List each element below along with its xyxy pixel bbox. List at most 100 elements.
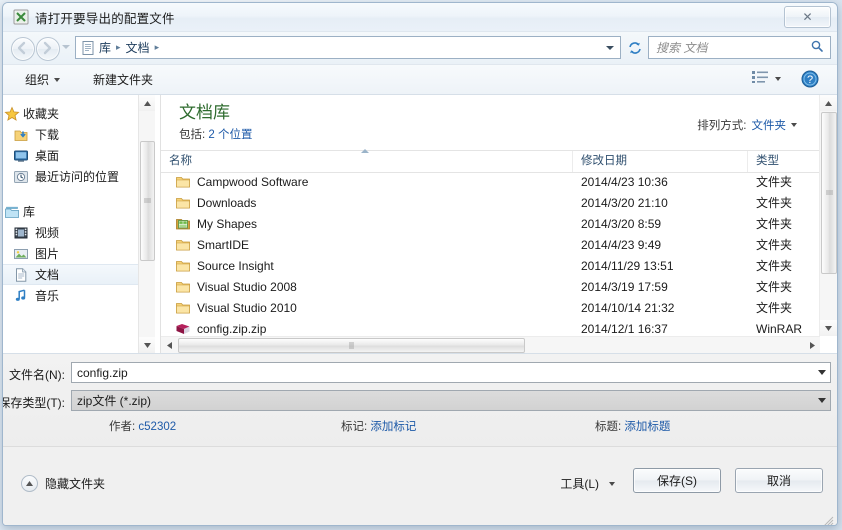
list-scroll-right-button[interactable] — [804, 337, 820, 353]
caret-up-icon — [825, 100, 832, 106]
window-title: 请打开要导出的配置文件 — [35, 12, 175, 26]
sidebar-item-desktop[interactable]: 桌面 — [3, 145, 155, 166]
view-mode-icon — [752, 70, 769, 87]
file-list-pane: 文档库 包括: 2 个位置 排列方式: 文件夹 名称 修改日期 类型 Campw… — [161, 95, 837, 353]
recent-locations-chevron-down-icon[interactable] — [62, 45, 70, 49]
refresh-button[interactable] — [625, 38, 645, 58]
tools-button[interactable]: 工具(L) — [560, 475, 615, 492]
hide-folders-button[interactable]: 隐藏文件夹 — [21, 475, 105, 492]
help-icon: ? — [801, 70, 819, 88]
forward-arrow-icon — [43, 41, 52, 55]
sidebar-item-favorites[interactable]: 收藏夹 — [3, 103, 155, 124]
organize-label: 组织 — [25, 73, 50, 87]
title-bar: 请打开要导出的配置文件 ✕ — [3, 3, 837, 32]
library-header: 文档库 包括: 2 个位置 排列方式: 文件夹 — [161, 95, 837, 150]
tags-label: 标记: — [341, 421, 368, 433]
file-type-select[interactable]: zip文件 (*.zip) — [71, 390, 831, 411]
cancel-button[interactable]: 取消 — [735, 468, 823, 493]
table-row[interactable]: Campwood Software 2014/4/23 10:36 文件夹 — [161, 171, 837, 192]
organize-button[interactable]: 组织 — [25, 71, 61, 88]
help-button[interactable]: ? — [801, 70, 819, 88]
file-type: 文件夹 — [756, 175, 793, 189]
horizontal-scroll-thumb[interactable] — [178, 338, 525, 353]
winrar-archive-icon — [175, 321, 191, 337]
table-row[interactable]: Visual Studio 2008 2014/3/19 17:59 文件夹 — [161, 276, 837, 297]
folder-icon — [175, 258, 191, 274]
pictures-icon — [13, 246, 29, 262]
file-name-input[interactable]: config.zip — [71, 362, 831, 383]
caret-down-icon — [825, 325, 832, 331]
sidebar-item-recent-places[interactable]: 最近访问的位置 — [3, 166, 155, 187]
sidebar-item-pictures[interactable]: 图片 — [3, 243, 155, 264]
back-button[interactable] — [11, 37, 35, 61]
column-header-date[interactable]: 修改日期 — [573, 151, 748, 172]
file-type: 文件夹 — [756, 280, 793, 294]
search-input[interactable]: 搜索 文档 — [656, 39, 810, 56]
file-type-label: 保存类型(T): — [2, 396, 65, 410]
sidebar-scroll-down-button[interactable] — [139, 337, 155, 353]
folder-icon — [175, 195, 191, 211]
app-icon — [13, 9, 29, 25]
file-list-scrollbar-vertical[interactable] — [819, 95, 837, 336]
author-value[interactable]: c52302 — [138, 421, 176, 433]
address-bar[interactable]: 库 ▸ 文档 ▸ — [75, 36, 621, 59]
list-scroll-down-button[interactable] — [820, 320, 837, 336]
file-type-chevron-down-icon[interactable] — [814, 398, 830, 403]
arrange-by-control[interactable]: 排列方式: 文件夹 — [697, 117, 797, 133]
resize-grip-icon[interactable] — [822, 515, 834, 525]
sidebar-item-videos[interactable]: 视频 — [3, 222, 155, 243]
table-row[interactable]: SmartIDE 2014/4/23 9:49 文件夹 — [161, 234, 837, 255]
recent-places-icon — [13, 169, 29, 185]
sidebar-label: 库 — [23, 205, 36, 219]
subject-label: 标题: — [595, 421, 622, 433]
table-row[interactable]: My Shapes 2014/3/20 8:59 文件夹 — [161, 213, 837, 234]
subject-value[interactable]: 添加标题 — [624, 421, 670, 433]
sidebar-scroll-up-button[interactable] — [139, 95, 155, 111]
file-name-chevron-down-icon[interactable] — [814, 370, 830, 375]
sidebar-scrollbar[interactable] — [138, 95, 155, 353]
sidebar-scroll-thumb[interactable] — [140, 141, 155, 261]
library-locations-link[interactable]: 2 个位置 — [208, 129, 252, 141]
sort-ascending-icon — [361, 149, 369, 153]
sidebar-item-documents[interactable]: 文档 — [3, 264, 155, 285]
table-row[interactable]: config.zip.zip 2014/12/1 16:37 WinRAR — [161, 318, 837, 336]
sidebar-item-music[interactable]: 音乐 — [3, 285, 155, 306]
tags-field: 标记: 添加标记 — [341, 418, 416, 434]
table-row[interactable]: Downloads 2014/3/20 21:10 文件夹 — [161, 192, 837, 213]
list-scroll-thumb[interactable] — [821, 112, 837, 274]
column-header-name-label: 名称 — [169, 155, 192, 167]
author-field: 作者: c52302 — [109, 418, 176, 434]
subject-field: 标题: 添加标题 — [595, 418, 670, 434]
list-scroll-left-button[interactable] — [161, 337, 177, 353]
visio-shapes-icon — [175, 216, 191, 232]
videos-icon — [13, 225, 29, 241]
view-mode-button[interactable] — [752, 70, 781, 87]
sidebar-item-libraries[interactable]: 库 — [3, 201, 155, 222]
breadcrumb-separator-end[interactable]: ▸ — [153, 43, 162, 53]
address-dropdown-chevron-down-icon[interactable] — [606, 46, 614, 50]
column-header-name[interactable]: 名称 — [161, 149, 573, 172]
save-button[interactable]: 保存(S) — [633, 468, 721, 493]
arrange-by-value[interactable]: 文件夹 — [752, 117, 787, 133]
list-scroll-up-button[interactable] — [820, 95, 837, 111]
file-list: Campwood Software 2014/4/23 10:36 文件夹 Do… — [161, 171, 837, 336]
file-list-scrollbar-horizontal[interactable] — [161, 336, 820, 353]
grip-icon — [144, 198, 151, 203]
tags-value[interactable]: 添加标记 — [370, 421, 416, 433]
forward-button[interactable] — [36, 37, 60, 61]
file-name-label: 文件名(N): — [9, 368, 65, 382]
file-date: 2014/10/14 21:32 — [581, 300, 675, 315]
close-icon: ✕ — [802, 10, 813, 24]
file-name: Visual Studio 2010 — [197, 300, 297, 315]
close-button[interactable]: ✕ — [784, 6, 831, 28]
sidebar-item-downloads[interactable]: 下载 — [3, 124, 155, 145]
table-row[interactable]: Visual Studio 2010 2014/10/14 21:32 文件夹 — [161, 297, 837, 318]
new-folder-button[interactable]: 新建文件夹 — [93, 71, 153, 88]
desktop-icon — [13, 148, 29, 164]
breadcrumb-library[interactable]: 库 — [96, 39, 114, 56]
breadcrumb-separator[interactable]: ▸ — [114, 43, 123, 53]
search-box[interactable]: 搜索 文档 — [648, 36, 831, 59]
breadcrumb-documents[interactable]: 文档 — [123, 39, 153, 56]
table-row[interactable]: Source Insight 2014/11/29 13:51 文件夹 — [161, 255, 837, 276]
sidebar-label: 视频 — [35, 226, 60, 240]
